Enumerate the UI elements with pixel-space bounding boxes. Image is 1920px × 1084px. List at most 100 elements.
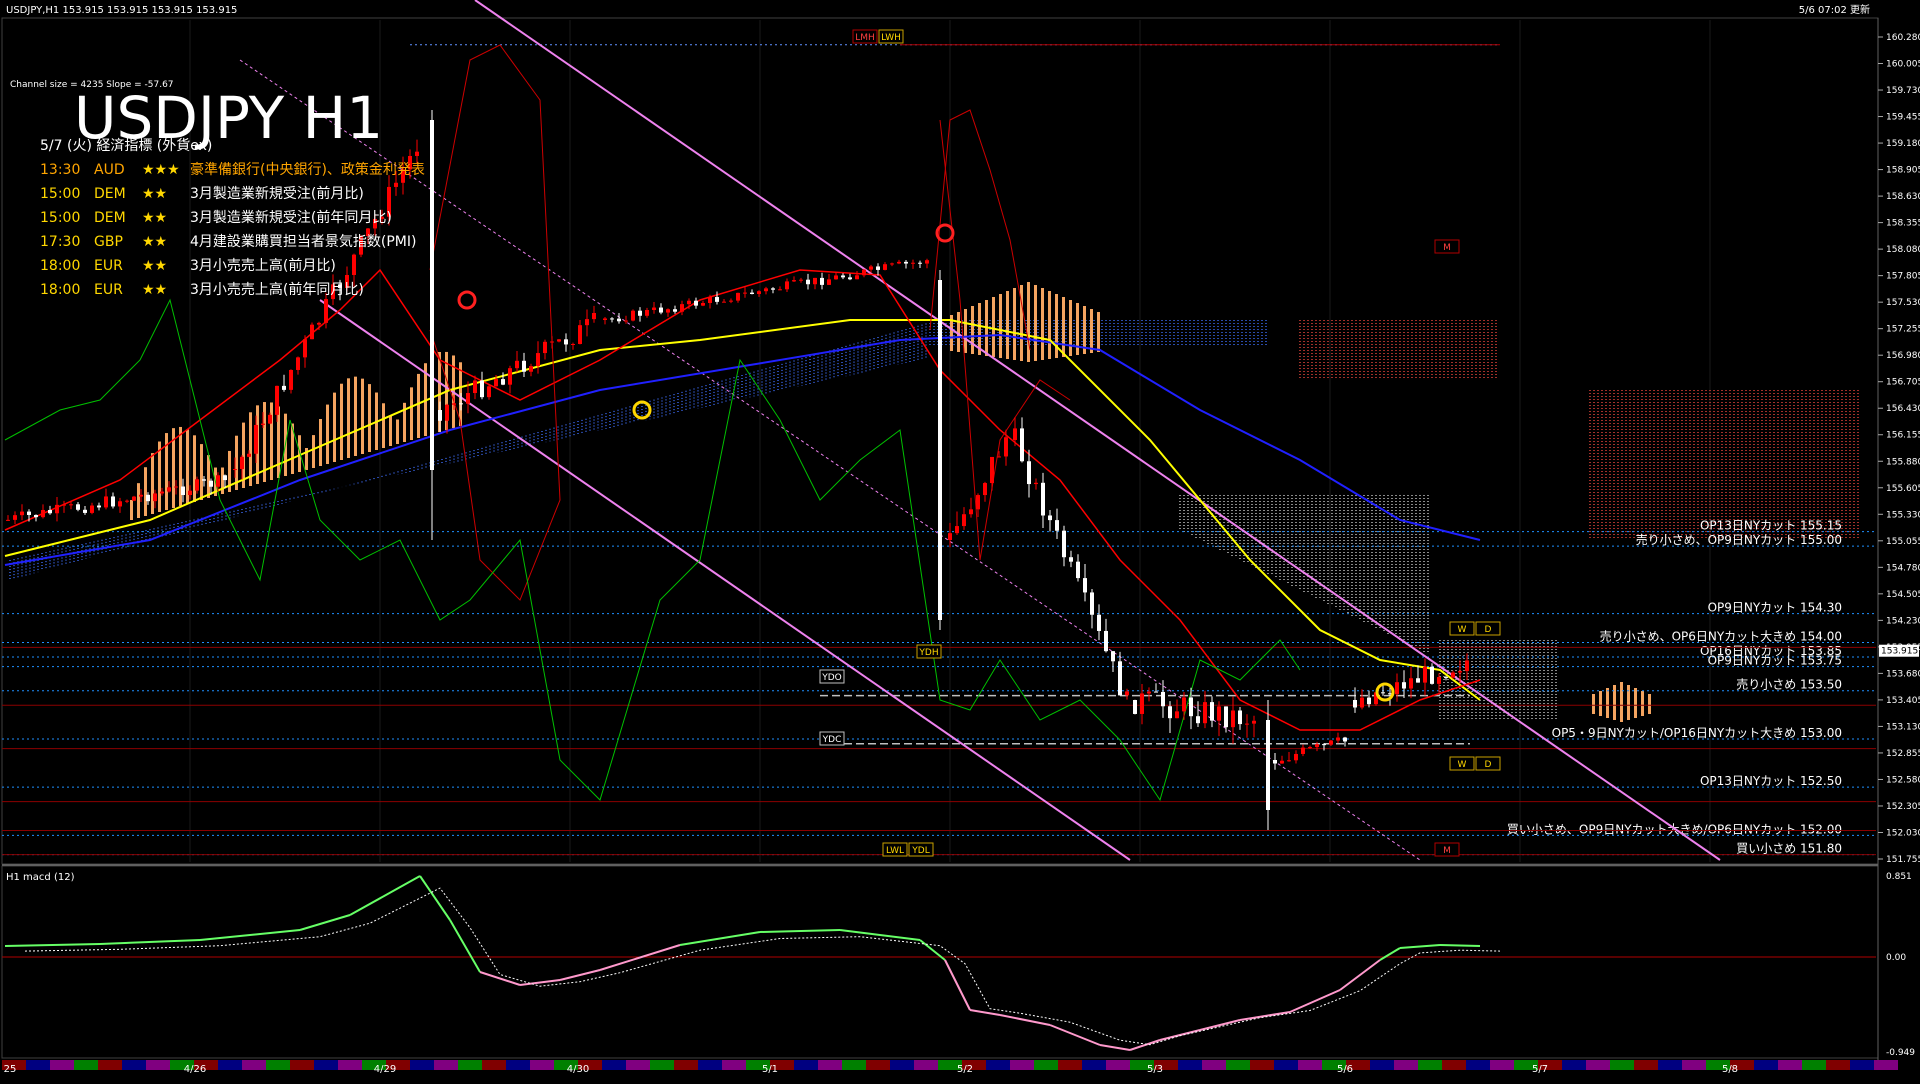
price-tick-label: 157.255	[1886, 325, 1920, 335]
candle-body	[515, 360, 519, 369]
session-strip	[866, 1060, 890, 1070]
session-strip	[482, 1060, 506, 1070]
orange-bar	[417, 373, 420, 438]
candle-body	[976, 495, 980, 510]
session-strip	[122, 1060, 146, 1070]
candle-body	[104, 496, 108, 508]
price-tick-label: 158.905	[1886, 166, 1920, 176]
candle-body	[1315, 744, 1319, 748]
candle-body	[1055, 520, 1059, 531]
session-strip	[506, 1060, 530, 1070]
orange-bar	[1592, 694, 1595, 714]
orange-bar	[1648, 694, 1651, 714]
calendar-event-name: 3月製造業新規受注(前年同月比)	[190, 209, 392, 226]
calendar-time: 15:00	[40, 186, 80, 202]
session-strip	[98, 1060, 122, 1070]
candle-body	[1104, 630, 1108, 652]
candle-body	[1097, 614, 1101, 631]
candle-body	[771, 288, 775, 290]
level-label: OP9日NYカット 154.30	[1708, 601, 1842, 615]
candle-body	[27, 511, 31, 515]
candle-body	[438, 410, 442, 421]
candle-body	[841, 275, 845, 278]
session-strip	[1250, 1060, 1274, 1070]
marker-lmh-label: LMH	[855, 33, 875, 43]
candle-body	[855, 275, 859, 280]
price-tick-label: 152.305	[1886, 802, 1920, 812]
price-tick-label: 155.880	[1886, 457, 1920, 467]
calendar-currency: DEM	[94, 210, 126, 226]
candle-body	[962, 514, 966, 527]
candle-body	[911, 262, 915, 264]
candle-body	[983, 483, 987, 496]
candle-body	[1034, 482, 1038, 485]
candle-body	[585, 319, 589, 326]
marker-m_bottom-label: M	[1443, 846, 1451, 856]
session-strip	[1658, 1060, 1682, 1070]
candle-body	[997, 456, 1001, 458]
calendar-currency: EUR	[94, 282, 123, 298]
session-strip	[1586, 1060, 1610, 1070]
candle-body	[603, 318, 607, 320]
marker-w_bottom-label: W	[1458, 760, 1467, 770]
candle-body	[1111, 651, 1115, 662]
marker-ydl-label: YDL	[911, 846, 929, 856]
price-chart[interactable]: OP13日NYカット 155.15売り小さめ、OP9日NYカット 155.00 O…	[0, 0, 1920, 1080]
session-strip	[1178, 1060, 1202, 1070]
candle-body	[834, 275, 838, 280]
candle-body	[1217, 706, 1221, 721]
candle-body	[904, 261, 908, 264]
candle-body	[610, 318, 614, 320]
level-label: 買い小さめ 151.80	[1736, 842, 1842, 856]
orange-bar	[964, 309, 967, 353]
price-tick-label: 160.280	[1886, 33, 1920, 43]
candle-body	[1273, 760, 1277, 764]
candle-body	[282, 385, 286, 390]
candle-body	[233, 469, 237, 471]
level-label: OP5・9日NYカット/OP16日NYカット大きめ 153.00	[1552, 726, 1842, 740]
price-tick-label: 154.780	[1886, 563, 1920, 573]
update-time: 5/6 07:02 更新	[1799, 3, 1870, 16]
candle-body	[195, 479, 199, 491]
session-strip	[1610, 1060, 1634, 1070]
candle-body	[785, 281, 789, 290]
session-strip	[1562, 1060, 1586, 1070]
orange-bar	[1048, 291, 1051, 359]
candle-body	[1238, 710, 1242, 725]
candle-body	[1004, 437, 1008, 457]
candle-body	[1343, 737, 1347, 742]
price-tick-label: 156.705	[1886, 378, 1920, 388]
orange-bar	[347, 378, 350, 458]
price-tick-label: 158.630	[1886, 192, 1920, 202]
session-strip	[74, 1060, 98, 1070]
date-label: 5/7	[1532, 1064, 1548, 1075]
candle-body	[1287, 760, 1291, 762]
candle-body	[223, 475, 227, 481]
session-strip	[266, 1060, 290, 1070]
candle-body	[1083, 578, 1087, 593]
candle-body	[310, 324, 314, 340]
candle-body	[792, 280, 796, 282]
orange-bar	[971, 306, 974, 354]
candle-body	[153, 493, 157, 502]
price-tick-label: 160.005	[1886, 60, 1920, 70]
calendar-event-name: 3月小売売上高(前月比)	[190, 257, 336, 274]
price-tick-label: 154.230	[1886, 616, 1920, 626]
candle-body	[1118, 661, 1122, 696]
candle-body	[897, 261, 901, 264]
calendar-time: 17:30	[40, 234, 80, 250]
candle-body	[820, 277, 824, 285]
candle-body	[1147, 691, 1151, 694]
candle-body	[13, 515, 17, 520]
candle-body	[415, 151, 419, 156]
candle-body	[680, 304, 684, 312]
session-strip	[1826, 1060, 1850, 1070]
chart-window[interactable]: OP13日NYカット 155.15 売り小さめ、OP9日NYカット 155.00 O…	[0, 0, 1920, 1080]
orange-bar	[333, 392, 336, 462]
orange-bar	[151, 453, 154, 514]
price-tick-label: 157.530	[1886, 298, 1920, 308]
session-strip	[1802, 1060, 1826, 1070]
candle-body	[729, 300, 733, 302]
price-tick-label: 159.180	[1886, 139, 1920, 149]
candle-body	[480, 380, 484, 398]
